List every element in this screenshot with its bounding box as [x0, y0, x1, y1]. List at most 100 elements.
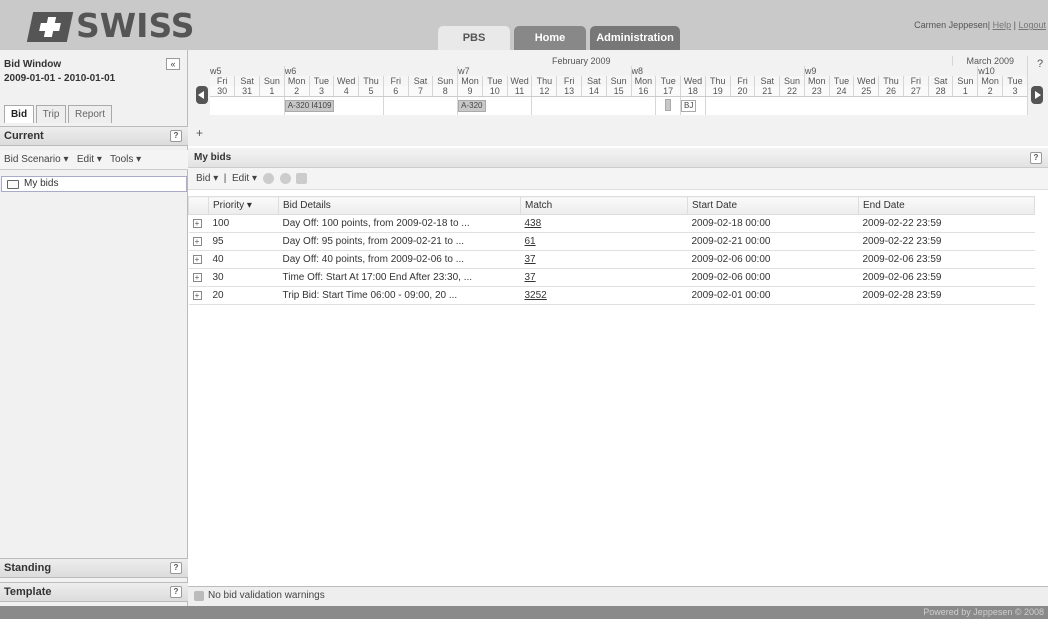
day-number-cell[interactable]: 1: [259, 86, 285, 97]
edit-menu[interactable]: Edit: [232, 173, 249, 184]
bid-menu[interactable]: Bid: [196, 173, 210, 184]
table-row[interactable]: + 100 Day Off: 100 points, from 2009-02-…: [188, 214, 1035, 233]
day-number-cell[interactable]: 23: [804, 86, 830, 97]
column-header-priority[interactable]: Priority ▾: [208, 196, 279, 215]
match-link[interactable]: 37: [525, 272, 536, 283]
day-number-cell[interactable]: 13: [556, 86, 582, 97]
tab-bid[interactable]: Bid: [4, 105, 34, 123]
expand-icon[interactable]: +: [192, 237, 202, 246]
day-number-cell[interactable]: 12: [531, 86, 558, 97]
tab-report[interactable]: Report: [68, 105, 112, 123]
end-date-cell: 2009-02-28 23:59: [858, 286, 1035, 305]
day-number-cell[interactable]: 26: [878, 86, 904, 97]
day-name-cell: Thu: [531, 76, 558, 86]
day-number-cell[interactable]: 2: [284, 86, 310, 97]
help-icon[interactable]: ?: [170, 130, 182, 142]
day-name-cell: Fri: [383, 76, 409, 86]
day-number-cell[interactable]: 4: [333, 86, 360, 97]
help-link[interactable]: Help: [993, 20, 1012, 30]
day-number-cell[interactable]: 18: [680, 86, 706, 97]
expand-column-header: [188, 196, 209, 215]
start-date-cell: 2009-02-21 00:00: [687, 232, 859, 251]
day-name-cell: Tue: [309, 76, 335, 86]
tools-menu[interactable]: Tools: [110, 154, 133, 165]
edit-menu[interactable]: Edit: [77, 154, 94, 165]
tab-administration[interactable]: Administration: [590, 26, 680, 50]
tab-pbs[interactable]: PBS: [438, 26, 510, 50]
bids-table: Priority ▾ Bid Details Match Start Date …: [188, 196, 1035, 305]
table-row[interactable]: + 95 Day Off: 95 points, from 2009-02-21…: [188, 232, 1035, 251]
day-number-cell[interactable]: 3: [1002, 86, 1028, 97]
day-name-cell: Sun: [259, 76, 285, 86]
day-number-cell[interactable]: 8: [432, 86, 459, 97]
match-link[interactable]: 61: [525, 236, 536, 247]
match-link[interactable]: 37: [525, 254, 536, 265]
match-link[interactable]: 3252: [525, 290, 547, 301]
day-number-cell[interactable]: 19: [705, 86, 731, 97]
expand-icon[interactable]: +: [192, 255, 202, 264]
calendar-help-icon[interactable]: ?: [1037, 58, 1043, 70]
help-icon[interactable]: ?: [170, 562, 182, 574]
calendar-strip: ? + February 2009 March 2009 w5 w6 w7 w8…: [188, 50, 1048, 146]
help-icon[interactable]: ?: [170, 586, 182, 598]
day-number-cell[interactable]: 7: [408, 86, 434, 97]
logout-link[interactable]: Logout: [1018, 20, 1046, 30]
column-header-start-date[interactable]: Start Date: [687, 196, 859, 215]
tree-item-my-bids[interactable]: My bids: [1, 176, 187, 192]
tab-trip[interactable]: Trip: [36, 105, 66, 123]
day-number-cell[interactable]: 17: [655, 86, 682, 97]
collapse-panel-button[interactable]: «: [166, 58, 180, 70]
column-header-bid-details[interactable]: Bid Details: [278, 196, 521, 215]
day-number-cell[interactable]: 25: [853, 86, 880, 97]
match-link[interactable]: 438: [525, 218, 542, 229]
day-number-cell[interactable]: 6: [383, 86, 409, 97]
day-number-cell[interactable]: 3: [309, 86, 335, 97]
table-row[interactable]: + 30 Time Off: Start At 17:00 End After …: [188, 268, 1035, 287]
expand-icon[interactable]: +: [192, 219, 202, 228]
table-row[interactable]: + 40 Day Off: 40 points, from 2009-02-06…: [188, 250, 1035, 269]
help-icon[interactable]: ?: [1030, 152, 1042, 164]
calendar-prev-arrow-icon[interactable]: [196, 86, 208, 104]
column-header-match[interactable]: Match: [520, 196, 688, 215]
day-name-cell: Thu: [358, 76, 384, 86]
day-number-cell[interactable]: 27: [903, 86, 929, 97]
day-number-cell[interactable]: 31: [234, 86, 261, 97]
day-number-cell[interactable]: 1: [952, 86, 979, 97]
day-name-cell: Fri: [903, 76, 929, 86]
bid-details-cell: Day Off: 100 points, from 2009-02-18 to …: [278, 214, 521, 233]
day-number-cell[interactable]: 10: [482, 86, 508, 97]
calendar-add-icon[interactable]: +: [196, 126, 203, 140]
current-section-title: Current: [4, 130, 44, 142]
day-number-cell[interactable]: 16: [631, 86, 657, 97]
day-number-cell[interactable]: 15: [606, 86, 632, 97]
current-section-header[interactable]: Current ?: [0, 126, 188, 146]
day-number-cell[interactable]: 9: [457, 86, 483, 97]
day-number-cell[interactable]: 24: [829, 86, 855, 97]
day-number-cell[interactable]: 5: [358, 86, 384, 97]
day-number-cell[interactable]: 30: [210, 86, 236, 97]
table-row[interactable]: + 20 Trip Bid: Start Time 06:00 - 09:00,…: [188, 286, 1035, 305]
trip-marker[interactable]: [665, 98, 672, 111]
template-section-header[interactable]: Template ?: [0, 582, 188, 602]
column-header-end-date[interactable]: End Date: [858, 196, 1035, 215]
trip-block[interactable]: BJ: [681, 99, 697, 112]
standing-section-header[interactable]: Standing ?: [0, 558, 188, 578]
trip-block[interactable]: A-320 I4109: [284, 99, 335, 112]
target-icon[interactable]: [279, 172, 291, 184]
bid-scenario-menu[interactable]: Bid Scenario: [4, 154, 61, 165]
trip-block[interactable]: A-320: [458, 99, 486, 112]
day-name-cell: Tue: [829, 76, 855, 86]
tab-home[interactable]: Home: [514, 26, 586, 50]
day-number-cell[interactable]: 21: [754, 86, 781, 97]
day-number-cell[interactable]: 28: [928, 86, 954, 97]
calendar-next-arrow-icon[interactable]: [1031, 86, 1043, 104]
expand-icon[interactable]: +: [192, 291, 202, 300]
day-number-cell[interactable]: 14: [581, 86, 607, 97]
day-number-cell[interactable]: 2: [977, 86, 1003, 97]
settings-icon[interactable]: [262, 172, 274, 184]
day-number-cell[interactable]: 20: [730, 86, 756, 97]
day-number-cell[interactable]: 22: [779, 86, 805, 97]
expand-icon[interactable]: +: [192, 273, 202, 282]
day-number-cell[interactable]: 11: [507, 86, 533, 97]
refresh-icon[interactable]: [296, 172, 308, 184]
